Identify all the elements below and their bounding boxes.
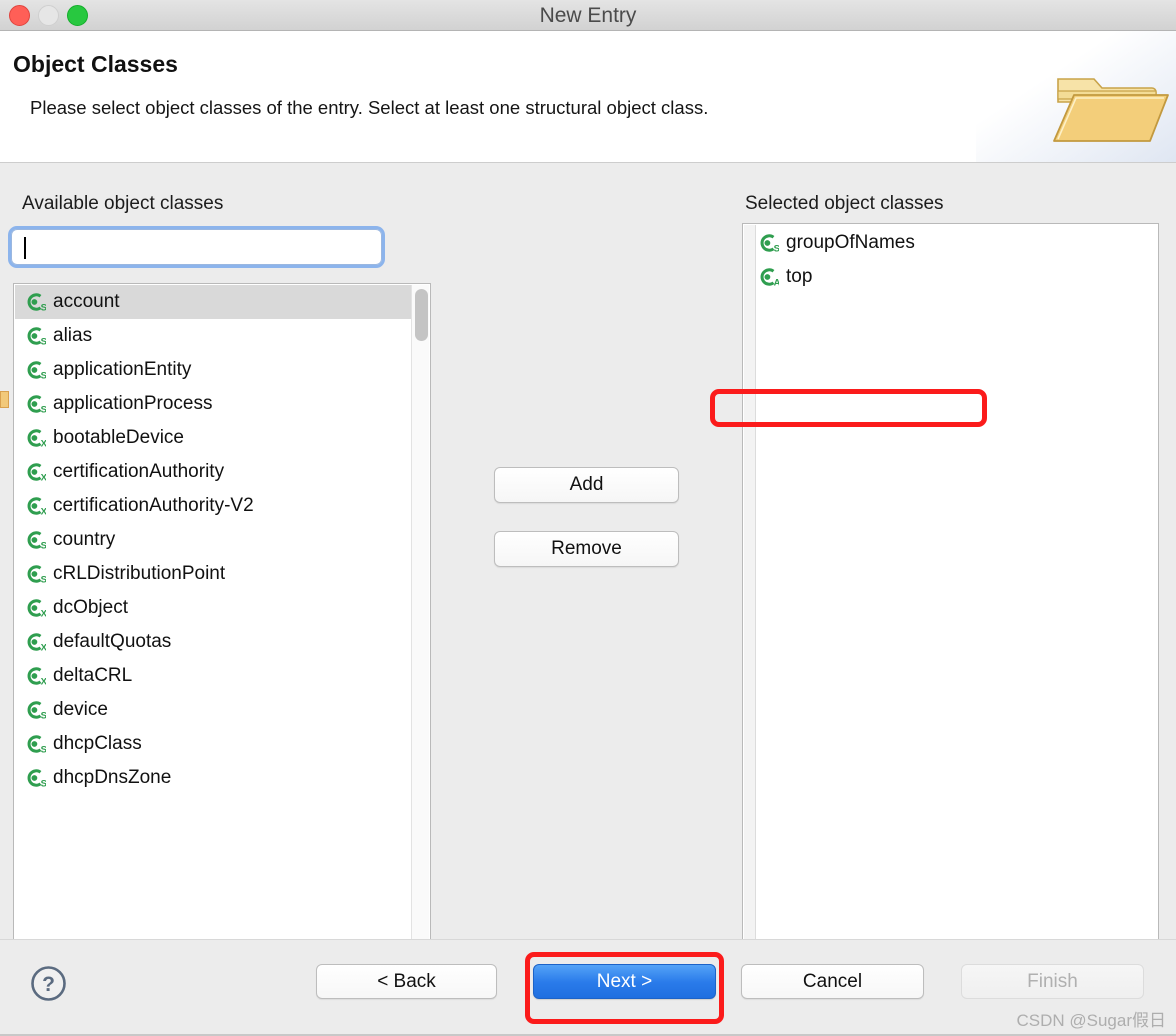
question-mark-icon[interactable]: ? xyxy=(30,965,67,1002)
list-item[interactable]: Atop xyxy=(757,260,812,294)
vertical-scrollbar[interactable] xyxy=(411,285,429,939)
list-item[interactable]: SdhcpClass xyxy=(15,727,413,761)
list-item[interactable]: SapplicationEntity xyxy=(15,353,413,387)
page-title: Object Classes xyxy=(13,51,178,77)
selected-classes-list[interactable]: SgroupOfNames Atop xyxy=(742,223,1159,980)
svg-text:S: S xyxy=(41,710,46,721)
search-input[interactable] xyxy=(12,230,381,264)
vertical-scrollbar-thumb[interactable] xyxy=(415,289,428,341)
available-classes-label: Available object classes xyxy=(22,193,224,214)
list-item-label: alias xyxy=(53,325,93,346)
list-item[interactable]: XcertificationAuthority xyxy=(15,455,413,489)
next-button[interactable]: Next > xyxy=(533,964,716,999)
svg-text:S: S xyxy=(41,404,46,415)
new-entry-dialog: New Entry Object Classes Please select o… xyxy=(0,0,1176,1036)
cancel-button[interactable]: Cancel xyxy=(741,964,924,999)
remove-button[interactable]: Remove xyxy=(494,531,679,567)
text-caret xyxy=(24,237,26,259)
svg-text:X: X xyxy=(41,642,46,653)
list-item-label: device xyxy=(53,699,108,720)
svg-text:S: S xyxy=(41,778,46,789)
svg-text:S: S xyxy=(41,336,46,347)
list-item-label: certificationAuthority xyxy=(53,461,225,482)
list-item[interactable]: SapplicationProcess xyxy=(15,387,413,421)
add-button[interactable]: Add xyxy=(494,467,679,503)
svg-text:?: ? xyxy=(42,973,55,996)
list-item-label: applicationEntity xyxy=(53,359,192,380)
list-item-label: groupOfNames xyxy=(786,232,915,253)
list-item[interactable]: XcertificationAuthority-V2 xyxy=(15,489,413,523)
window-title-bar: New Entry xyxy=(0,0,1176,31)
page-description: Please select object classes of the entr… xyxy=(30,97,709,118)
svg-text:S: S xyxy=(41,744,46,755)
svg-text:S: S xyxy=(41,302,46,313)
window-title: New Entry xyxy=(539,4,637,27)
svg-text:X: X xyxy=(41,676,46,687)
selected-list-gutter xyxy=(744,225,756,980)
wizard-header: Object Classes Please select object clas… xyxy=(0,31,1176,163)
list-item-label: dhcpDnsZone xyxy=(53,767,172,788)
list-item-label: bootableDevice xyxy=(53,427,184,448)
list-item-label: top xyxy=(786,266,813,287)
filter-field-wrapper[interactable] xyxy=(8,226,385,268)
svg-text:S: S xyxy=(774,243,779,254)
list-item-label: account xyxy=(53,291,120,312)
svg-text:X: X xyxy=(41,608,46,619)
list-item[interactable]: Sdevice xyxy=(15,693,413,727)
finish-button: Finish xyxy=(961,964,1144,999)
available-classes-list[interactable]: Saccount Salias SapplicationEntity Sapplica… xyxy=(13,283,431,977)
svg-text:A: A xyxy=(774,277,779,288)
svg-text:X: X xyxy=(41,438,46,449)
list-item[interactable]: XdeltaCRL xyxy=(15,659,413,693)
list-item-label: certificationAuthority-V2 xyxy=(53,495,254,516)
list-item-label: defaultQuotas xyxy=(53,631,172,652)
list-item[interactable]: ScRLDistributionPoint xyxy=(15,557,413,591)
list-item-label: cRLDistributionPoint xyxy=(53,563,226,584)
svg-text:S: S xyxy=(41,540,46,551)
list-item[interactable]: Salias xyxy=(15,319,413,353)
list-item[interactable]: SdhcpDnsZone xyxy=(15,761,413,795)
svg-text:X: X xyxy=(41,506,46,517)
list-item-label: applicationProcess xyxy=(53,393,213,414)
list-item[interactable]: XbootableDevice xyxy=(15,421,413,455)
svg-text:S: S xyxy=(41,370,46,381)
list-item[interactable]: XdefaultQuotas xyxy=(15,625,413,659)
list-item-label: dhcpClass xyxy=(53,733,142,754)
list-item-label: country xyxy=(53,529,116,550)
list-item[interactable]: XdcObject xyxy=(15,591,413,625)
selected-classes-label: Selected object classes xyxy=(745,193,944,214)
open-folder-icon xyxy=(1053,78,1169,142)
list-item[interactable]: Scountry xyxy=(15,523,413,557)
watermark-text: CSDN @Sugar假日 xyxy=(1016,1011,1166,1030)
back-button[interactable]: < Back xyxy=(316,964,497,999)
available-rows-container[interactable]: Saccount Salias SapplicationEntity Sapplica… xyxy=(15,285,413,939)
list-item-label: dcObject xyxy=(53,597,128,618)
svg-text:S: S xyxy=(41,574,46,585)
svg-text:X: X xyxy=(41,472,46,483)
list-item[interactable]: Saccount xyxy=(15,285,413,319)
panel-edge-marker xyxy=(0,391,9,408)
dialog-body: Available object classes Selected object… xyxy=(0,163,1176,980)
list-item[interactable]: SgroupOfNames xyxy=(757,226,915,260)
list-item-label: deltaCRL xyxy=(53,665,133,686)
